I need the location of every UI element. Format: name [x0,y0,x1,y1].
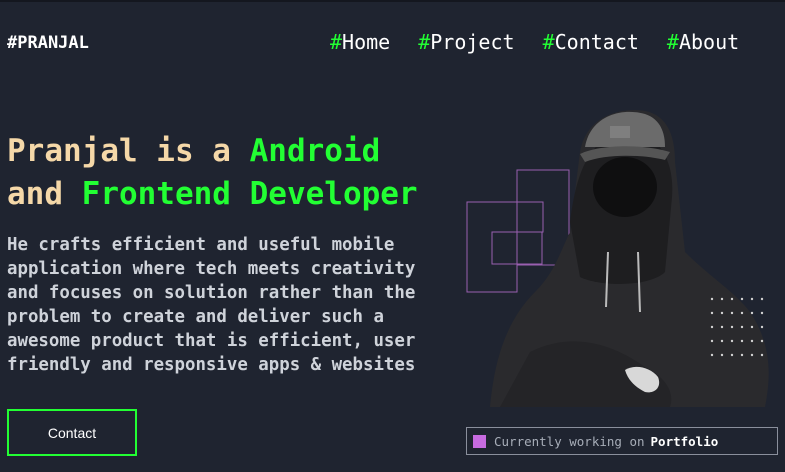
nav-hash: # [542,30,555,54]
headline-highlight: Android [249,133,381,169]
nav-contact-label: Contact [554,30,639,54]
headline-part: Pranjal is a [7,133,250,169]
headline-part: and [7,176,82,212]
status-prefix: Currently working on [494,433,645,449]
nav-home-link[interactable]: #Home [330,30,390,54]
nav-contact-link[interactable]: #Contact [543,30,639,54]
nav-about-label: About [678,30,740,54]
hero-description: He crafts efficient and useful mobile ap… [7,235,416,375]
hooded-person-image [490,110,769,407]
current-work-status: Currently working on Portfolio [466,427,778,455]
nav-hash: # [418,30,431,54]
nav-project-label: Project [430,30,515,54]
status-square-icon [473,434,486,448]
hero-illustration [460,102,785,412]
site-logo[interactable]: #PRANJAL [7,33,89,53]
contact-button[interactable]: Contact [7,409,137,456]
headline-highlight: Frontend Developer [81,176,418,212]
hero-headline: Pranjal is a Android and Frontend Develo… [7,130,418,216]
nav-hash: # [666,30,679,54]
nav-project-link[interactable]: #Project [418,30,514,54]
nav-about-link[interactable]: #About [667,30,739,54]
main-nav: #Home #Project #Contact #About [330,30,767,54]
status-project: Portfolio [650,433,719,449]
nav-home-label: Home [342,30,391,54]
nav-hash: # [330,30,343,54]
